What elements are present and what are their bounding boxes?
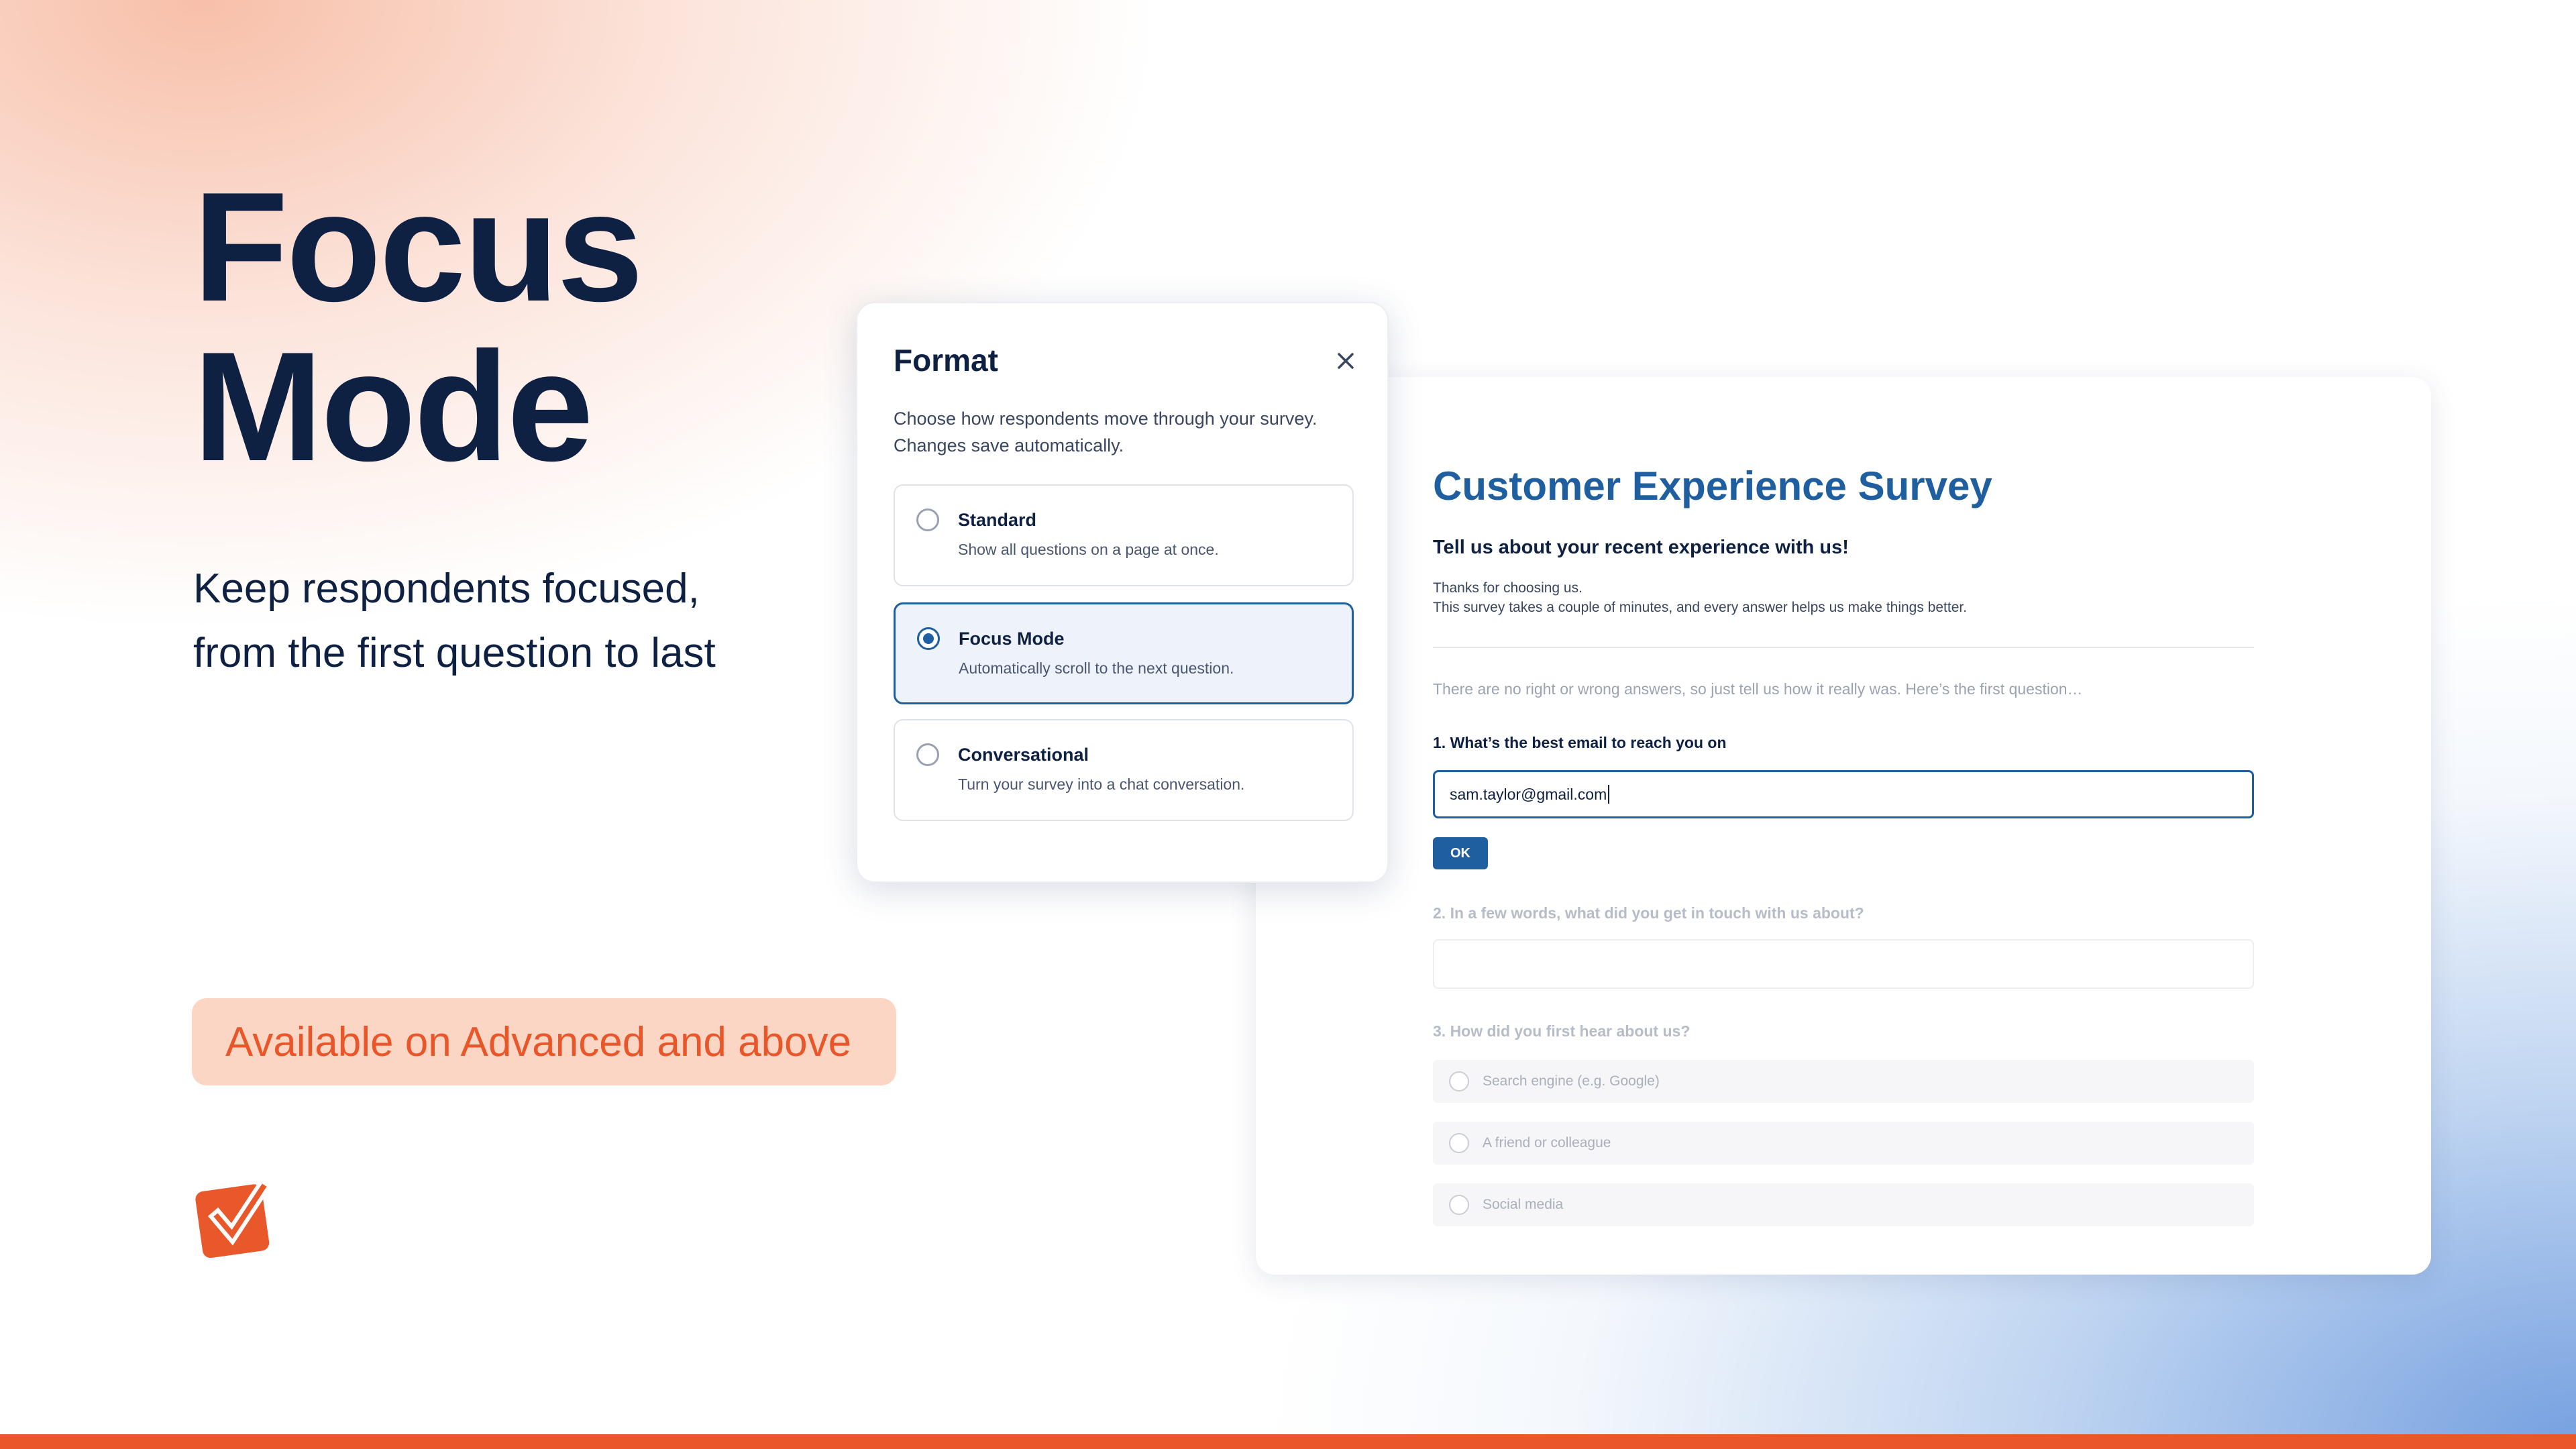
text-caret bbox=[1608, 785, 1610, 804]
format-option-conversational[interactable]: Conversational Turn your survey into a c… bbox=[894, 719, 1354, 821]
choice-label: Search engine (e.g. Google) bbox=[1483, 1073, 1660, 1089]
survey-title: Customer Experience Survey bbox=[1433, 464, 1992, 508]
checkbox-check-icon bbox=[193, 1173, 280, 1260]
radio-icon bbox=[916, 743, 939, 766]
email-field[interactable]: sam.taylor@gmail.com bbox=[1433, 770, 2254, 818]
survey-intro-text: There are no right or wrong answers, so … bbox=[1433, 680, 2083, 698]
availability-badge: Available on Advanced and above bbox=[192, 998, 896, 1085]
question-2-input[interactable] bbox=[1433, 939, 2254, 989]
choice-label: A friend or colleague bbox=[1483, 1135, 1611, 1150]
bottom-accent-bar bbox=[0, 1434, 2576, 1449]
format-dialog-description: Choose how respondents move through your… bbox=[894, 405, 1317, 459]
format-option-description: Turn your survey into a chat conversatio… bbox=[958, 775, 1245, 793]
question-2-label: 2. In a few words, what did you get in t… bbox=[1433, 904, 1864, 922]
survey-description-line-1: Thanks for choosing us. bbox=[1433, 580, 1582, 596]
ok-button[interactable]: OK bbox=[1433, 837, 1488, 869]
survey-preview-card: Customer Experience Survey Tell us about… bbox=[1256, 377, 2431, 1275]
choice-label: Social media bbox=[1483, 1197, 1564, 1212]
radio-icon bbox=[1449, 1071, 1469, 1091]
format-option-standard[interactable]: Standard Show all questions on a page at… bbox=[894, 484, 1354, 586]
radio-icon bbox=[1449, 1133, 1469, 1153]
radio-selected-icon bbox=[917, 627, 940, 650]
format-dialog-title: Format bbox=[894, 343, 998, 378]
email-field-value: sam.taylor@gmail.com bbox=[1450, 785, 1607, 803]
question-3-label: 3. How did you first hear about us? bbox=[1433, 1022, 1690, 1040]
format-option-title: Standard bbox=[958, 510, 1037, 530]
survey-subtitle: Tell us about your recent experience wit… bbox=[1433, 537, 1849, 558]
page-subtitle: Keep respondents focused, from the first… bbox=[193, 557, 716, 686]
question-1-label: 1. What’s the best email to reach you on bbox=[1433, 734, 1727, 751]
page-subtitle-line-1: Keep respondents focused, bbox=[193, 566, 700, 612]
page-title-line-1: Focus bbox=[193, 160, 643, 334]
radio-icon bbox=[1449, 1195, 1469, 1215]
page-title-line-2: Mode bbox=[193, 320, 594, 494]
format-dialog: Format Choose how respondents move throu… bbox=[856, 302, 1389, 883]
format-option-title: Conversational bbox=[958, 745, 1089, 765]
divider bbox=[1433, 647, 2254, 648]
page-title: Focus Mode bbox=[193, 160, 643, 494]
choice-social-media[interactable]: Social media bbox=[1433, 1183, 2254, 1226]
survey-description: Thanks for choosing us. This survey take… bbox=[1433, 578, 1967, 617]
survey-description-line-2: This survey takes a couple of minutes, a… bbox=[1433, 600, 1968, 615]
format-description-line-2: Changes save automatically. bbox=[894, 435, 1124, 455]
choice-friend-colleague[interactable]: A friend or colleague bbox=[1433, 1122, 2254, 1165]
choice-search-engine[interactable]: Search engine (e.g. Google) bbox=[1433, 1060, 2254, 1103]
radio-icon bbox=[916, 508, 939, 531]
close-icon[interactable] bbox=[1330, 345, 1362, 377]
format-option-description: Show all questions on a page at once. bbox=[958, 541, 1219, 558]
format-description-line-1: Choose how respondents move through your… bbox=[894, 409, 1318, 429]
format-option-title: Focus Mode bbox=[959, 629, 1065, 649]
format-option-focus-mode[interactable]: Focus Mode Automatically scroll to the n… bbox=[894, 602, 1354, 704]
page-subtitle-line-2: from the first question to last bbox=[193, 630, 716, 676]
format-option-description: Automatically scroll to the next questio… bbox=[959, 659, 1234, 677]
